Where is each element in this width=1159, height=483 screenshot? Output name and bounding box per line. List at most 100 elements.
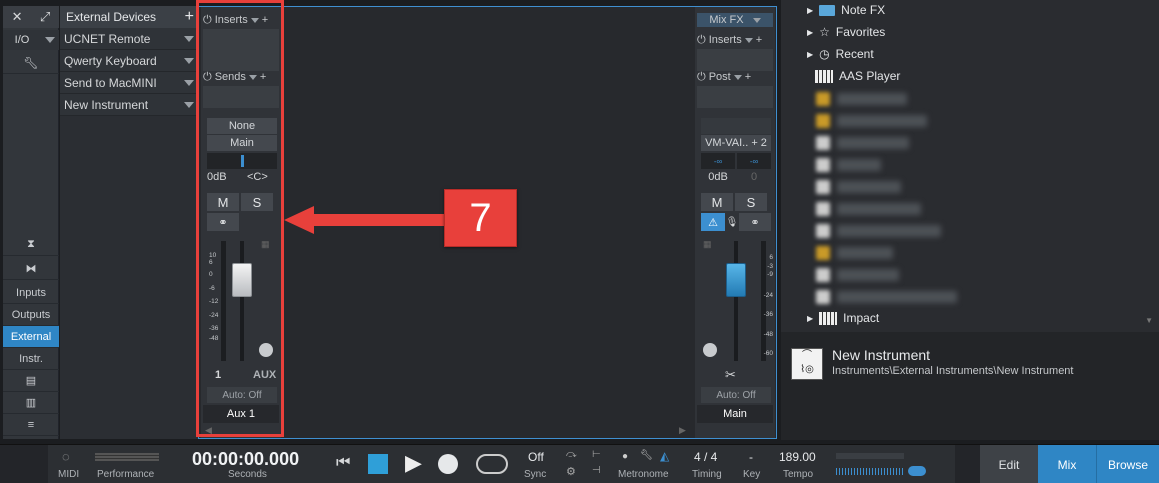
midi-icon[interactable]: ◌ xyxy=(62,449,70,464)
device-item[interactable]: Send to MacMINI xyxy=(60,72,198,94)
punch-icon[interactable]: ⊢ xyxy=(592,449,601,460)
banks-icon[interactable]: ▤ xyxy=(3,370,59,392)
keyboard-icon xyxy=(815,69,833,83)
callout-arrow xyxy=(284,206,446,234)
device-item[interactable]: New Instrument xyxy=(60,94,198,116)
chevron-down-icon[interactable] xyxy=(184,35,194,42)
input-selector-empty[interactable] xyxy=(701,118,771,134)
expand-arrow-icon[interactable]: ▶ xyxy=(807,314,813,323)
rail-external-button[interactable]: External xyxy=(3,326,59,348)
wrench-icon[interactable]: 🔧︎ xyxy=(3,52,59,74)
browser-item[interactable]: ▶ ☆ Favorites xyxy=(807,22,885,42)
scroll-down-icon[interactable]: ▼ xyxy=(1145,316,1153,325)
automation-mode[interactable]: Auto: Off xyxy=(701,387,771,403)
browser-item[interactable]: ▶ Impact xyxy=(807,308,879,328)
preroll-icon[interactable]: ⊣ xyxy=(592,465,601,476)
blurred-plugin-icon xyxy=(816,268,830,282)
output-selector[interactable]: VM-VAI.. + 2 xyxy=(701,135,771,151)
channel-name[interactable]: Main xyxy=(697,405,773,423)
rail-instruments-button[interactable]: Instr. xyxy=(3,348,59,370)
metronome-dot-icon[interactable]: ● xyxy=(622,451,628,462)
post-rack[interactable] xyxy=(697,86,773,108)
tab-edit[interactable]: Edit xyxy=(980,445,1038,483)
browser-item[interactable]: ▶ Note FX xyxy=(807,0,885,20)
expand-arrow-icon[interactable]: ▶ xyxy=(807,50,813,59)
stop-button[interactable] xyxy=(368,454,388,474)
add-icon[interactable]: + xyxy=(756,34,762,46)
wrench-icon[interactable]: 🔧︎ xyxy=(640,450,653,461)
meters-icon[interactable]: ▥ xyxy=(3,392,59,414)
mix-fx-selector[interactable]: Mix FX xyxy=(697,13,773,27)
browser-item[interactable]: ▶ ◷ Recent xyxy=(807,44,874,64)
monitor-toggle[interactable] xyxy=(908,466,926,476)
main-channel-strip: Mix FX ⏻ Inserts + ⏻ Post + VM-VAI.. + 2 -∞ … xyxy=(695,7,775,438)
tab-mix[interactable]: Mix xyxy=(1038,445,1096,483)
scroll-right-icon[interactable]: ▶ xyxy=(679,425,686,436)
collapse-vertical-icon[interactable]: ⧗ xyxy=(3,234,59,256)
pan-readout[interactable]: 0 xyxy=(737,171,771,183)
rewind-icon[interactable]: ⏮︎ xyxy=(336,454,350,472)
callout-badge: 7 xyxy=(444,189,517,247)
close-icon[interactable]: ✕ xyxy=(12,9,23,25)
post-header[interactable]: ⏻ Post + xyxy=(697,70,773,84)
blurred-plugin-icon xyxy=(816,290,830,304)
timing-value[interactable]: 4 / 4 xyxy=(694,450,717,464)
dim-icon[interactable]: ⚠︎ xyxy=(701,213,725,231)
browser-item-label: AAS Player xyxy=(839,69,901,83)
inserts-header[interactable]: ⏻ Inserts + xyxy=(697,33,773,47)
selected-path: Instruments\External Instruments\New Ins… xyxy=(832,365,1074,377)
output-meter xyxy=(836,453,904,459)
mute-button[interactable]: M xyxy=(701,193,733,211)
add-icon[interactable]: + xyxy=(185,8,194,26)
expand-icon[interactable]: ⤢ xyxy=(40,9,50,25)
loop-icon[interactable] xyxy=(476,454,508,474)
play-icon[interactable]: ▶ xyxy=(405,450,422,476)
sync-value[interactable]: Off xyxy=(528,450,544,464)
keyboard-icon xyxy=(819,311,838,325)
list-icon[interactable]: ≡ xyxy=(3,414,59,436)
power-icon[interactable]: ⏻ xyxy=(697,71,706,84)
add-icon[interactable]: + xyxy=(745,71,751,83)
inserts-rack[interactable] xyxy=(697,49,773,71)
solo-button[interactable]: S xyxy=(735,193,767,211)
record-button[interactable] xyxy=(438,454,458,474)
volume-readout[interactable]: 0dB xyxy=(701,171,735,183)
rail-inputs-button[interactable]: Inputs xyxy=(3,282,59,304)
chevron-down-icon[interactable] xyxy=(184,57,194,64)
io-dropdown[interactable] xyxy=(41,30,59,50)
star-icon: ☆ xyxy=(819,25,830,39)
key-value[interactable]: - xyxy=(749,450,753,464)
blurred-plugin xyxy=(837,269,899,281)
mix-fx-label: Mix FX xyxy=(709,14,744,26)
link-icon[interactable]: ⚭ xyxy=(739,213,771,231)
precount-icon[interactable]: ⤼ xyxy=(566,449,577,460)
rail-outputs-button[interactable]: Outputs xyxy=(3,304,59,326)
tab-browse[interactable]: Browse xyxy=(1096,445,1159,483)
settings-icon[interactable]: ⚙︎ xyxy=(566,465,576,478)
chevron-down-icon[interactable] xyxy=(744,37,753,43)
io-button[interactable]: I/O xyxy=(3,30,41,50)
chevron-down-icon[interactable] xyxy=(184,101,194,108)
pan-knob-icon[interactable] xyxy=(703,343,717,357)
collapse-horizontal-icon[interactable]: ⧓ xyxy=(3,258,59,280)
scissors-icon[interactable]: ✂︎ xyxy=(725,367,736,383)
performance-label: Performance xyxy=(97,469,155,480)
tempo-value[interactable]: 189.00 xyxy=(779,450,816,464)
power-icon[interactable]: ⏻ xyxy=(697,34,706,47)
volume-fader-track[interactable] xyxy=(734,241,738,361)
volume-fader-knob[interactable] xyxy=(726,262,746,297)
device-item[interactable]: UCNET Remote xyxy=(60,28,198,50)
browser-item[interactable]: AAS Player xyxy=(815,66,900,86)
expand-arrow-icon[interactable]: ▶ xyxy=(807,28,813,37)
chevron-down-icon[interactable] xyxy=(733,74,742,80)
time-display[interactable]: 00:00:00.000 xyxy=(192,449,299,470)
expand-arrow-icon[interactable]: ▶ xyxy=(807,6,813,15)
grip-icon[interactable]: ▦ xyxy=(703,239,712,250)
listen-icon[interactable]: 🎙︎ xyxy=(726,213,739,231)
chevron-down-icon[interactable] xyxy=(184,79,194,86)
chevron-down-icon[interactable] xyxy=(752,17,761,23)
time-unit-label[interactable]: Seconds xyxy=(228,469,267,480)
device-item[interactable]: Qwerty Keyboard xyxy=(60,50,198,72)
metronome-icon[interactable]: ◭ xyxy=(660,449,669,463)
blurred-plugin-icon xyxy=(816,92,830,106)
